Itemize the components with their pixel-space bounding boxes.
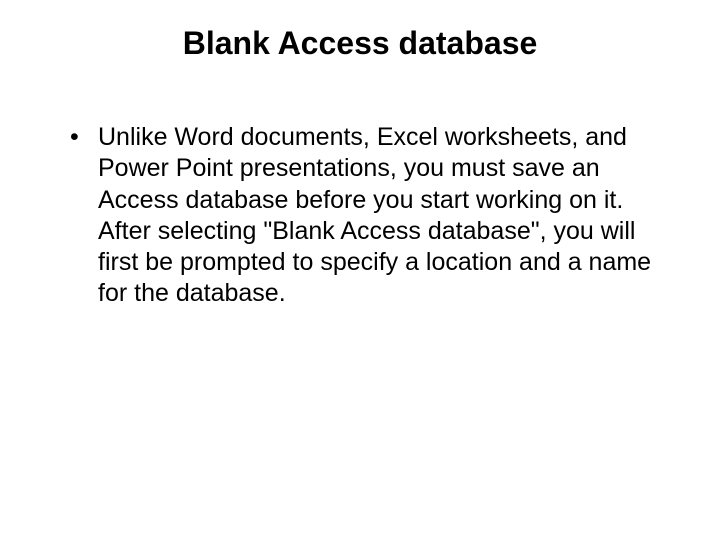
- bullet-list: Unlike Word documents, Excel worksheets,…: [50, 122, 670, 310]
- slide-title: Blank Access database: [50, 25, 670, 62]
- bullet-item: Unlike Word documents, Excel worksheets,…: [70, 122, 670, 310]
